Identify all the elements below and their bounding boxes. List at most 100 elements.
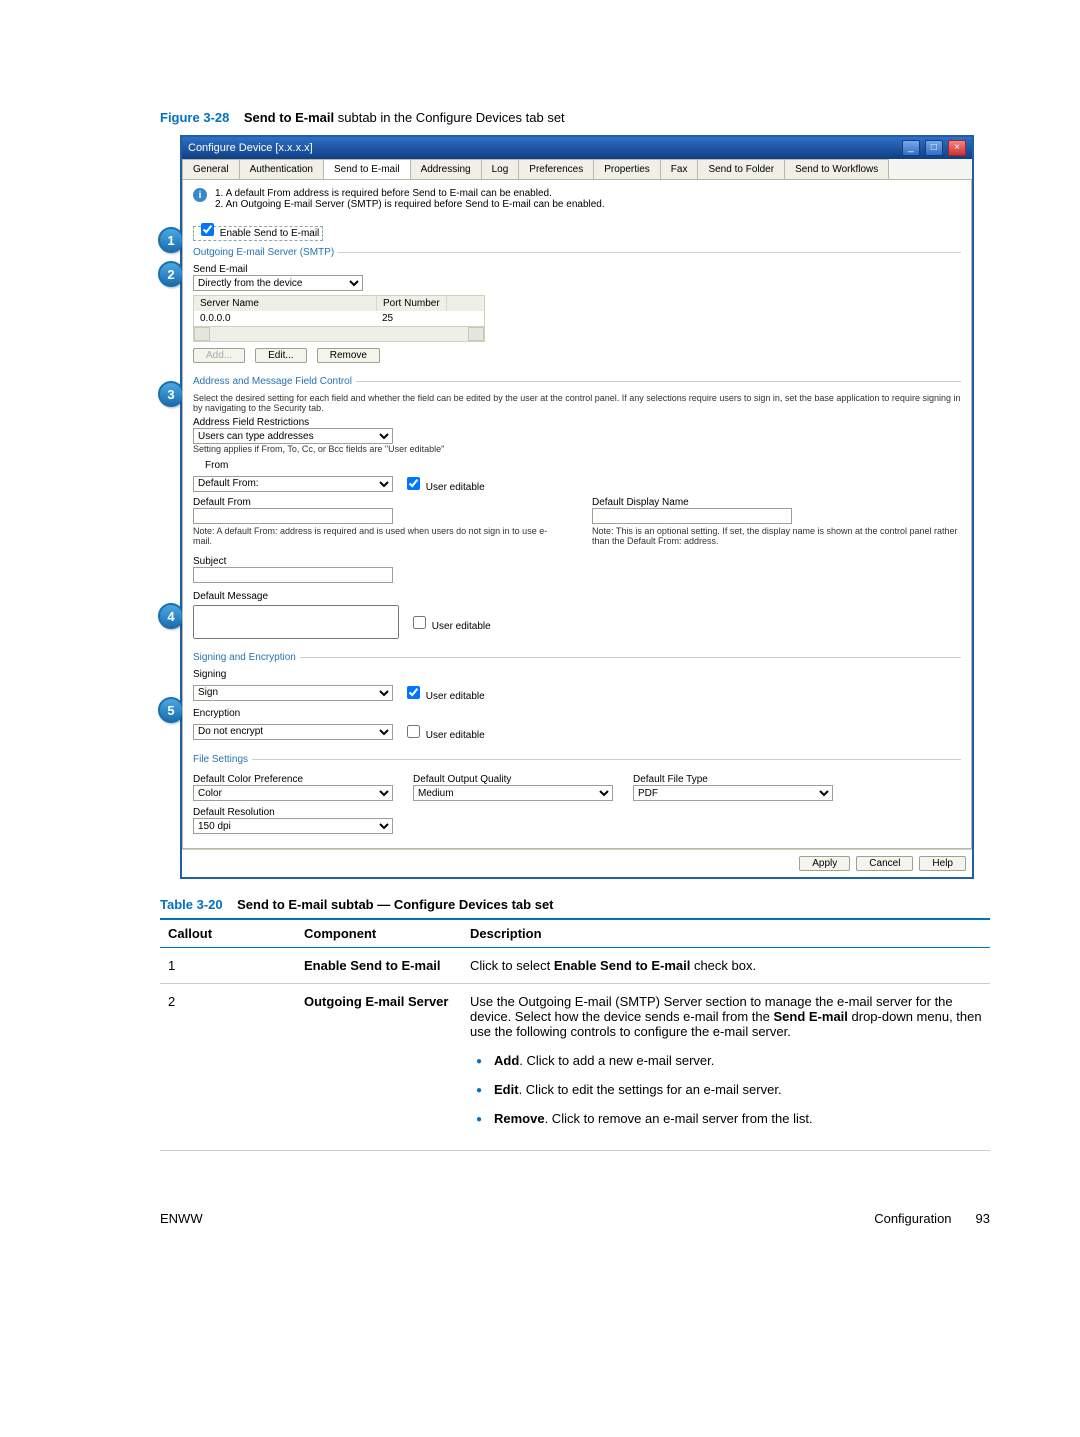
close-button[interactable]: ×	[948, 140, 966, 156]
figure-label: Figure 3-28	[160, 110, 229, 125]
scroll-left-icon[interactable]	[194, 327, 210, 341]
figure-title-rest: subtab in the Configure Devices tab set	[334, 110, 565, 125]
display-name-label: Default Display Name	[592, 497, 961, 508]
callout-badge-3: 3	[158, 381, 184, 407]
tab-addressing[interactable]: Addressing	[410, 159, 482, 179]
add-server-button[interactable]: Add...	[193, 348, 245, 363]
send-email-select[interactable]: Directly from the device	[193, 275, 363, 291]
callout-table: Callout Component Description 1 Enable S…	[160, 918, 990, 1151]
address-group: Address and Message Field Control Select…	[193, 376, 961, 644]
smtp-group: Outgoing E-mail Server (SMTP) Send E-mai…	[193, 247, 961, 368]
tab-send-to-workflows[interactable]: Send to Workflows	[784, 159, 889, 179]
titlebar: Configure Device [x.x.x.x] _ □ ×	[182, 137, 972, 159]
color-pref-select[interactable]: Color	[193, 785, 393, 801]
cancel-button[interactable]: Cancel	[856, 856, 913, 871]
remove-server-button[interactable]: Remove	[317, 348, 380, 363]
signing-group: Signing and Encryption Signing Sign User…	[193, 652, 961, 746]
tab-send-to-email[interactable]: Send to E-mail	[323, 159, 411, 179]
tab-properties[interactable]: Properties	[593, 159, 661, 179]
figure-caption: Figure 3-28 Send to E-mail subtab in the…	[160, 110, 990, 125]
page-footer: ENWW Configuration 93	[160, 1211, 990, 1226]
enable-send-to-email-checkbox[interactable]: Enable Send to E-mail	[193, 226, 323, 241]
signing-select[interactable]: Sign	[193, 685, 393, 701]
list-item: Add. Click to add a new e-mail server.	[470, 1053, 982, 1068]
tab-log[interactable]: Log	[481, 159, 520, 179]
minimize-button[interactable]: _	[902, 140, 920, 156]
info-icon: i	[193, 188, 207, 202]
from-label: From	[205, 460, 961, 471]
server-table: Server Name Port Number 0.0.0.0 25	[193, 295, 485, 327]
encryption-label: Encryption	[193, 708, 961, 719]
from-user-editable-checkbox[interactable]: User editable	[403, 474, 485, 493]
subject-input[interactable]	[193, 567, 393, 583]
dialog-footer: Apply Cancel Help	[182, 849, 972, 877]
server-name-cell: 0.0.0.0	[194, 311, 376, 326]
callout-badge-4: 4	[158, 603, 184, 629]
footer-section: Configuration	[874, 1211, 951, 1226]
default-from-note: Note: A default From: address is require…	[193, 526, 562, 546]
restrictions-label: Address Field Restrictions	[193, 417, 961, 428]
from-select[interactable]: Default From:	[193, 476, 393, 492]
info-box: i 1. A default From address is required …	[193, 188, 961, 210]
color-pref-label: Default Color Preference	[193, 774, 393, 785]
tab-fax[interactable]: Fax	[660, 159, 699, 179]
apply-button[interactable]: Apply	[799, 856, 850, 871]
help-button[interactable]: Help	[919, 856, 966, 871]
cell-callout: 1	[160, 948, 296, 984]
message-user-editable-checkbox[interactable]: User editable	[409, 613, 491, 632]
edit-server-button[interactable]: Edit...	[255, 348, 307, 363]
display-name-note: Note: This is an optional setting. If se…	[592, 526, 961, 546]
tab-authentication[interactable]: Authentication	[239, 159, 324, 179]
signing-user-editable-checkbox[interactable]: User editable	[403, 683, 485, 702]
server-port-cell: 25	[376, 311, 399, 326]
enable-send-to-email-input[interactable]	[201, 223, 214, 236]
address-legend: Address and Message Field Control	[193, 376, 356, 387]
server-row[interactable]: 0.0.0.0 25	[194, 311, 484, 326]
callout-badge-1: 1	[158, 227, 184, 253]
callout-badge-2: 2	[158, 261, 184, 287]
window-buttons: _ □ ×	[900, 140, 966, 156]
col-server-name: Server Name	[194, 296, 377, 311]
tab-content: i 1. A default From address is required …	[182, 180, 972, 849]
resolution-select[interactable]: 150 dpi	[193, 818, 393, 834]
th-callout: Callout	[160, 919, 296, 948]
list-item: Remove. Click to remove an e-mail server…	[470, 1111, 982, 1126]
col-port-number: Port Number	[377, 296, 447, 311]
maximize-button[interactable]: □	[925, 140, 943, 156]
server-table-scrollbar[interactable]	[193, 327, 485, 342]
file-settings-legend: File Settings	[193, 754, 252, 765]
tab-general[interactable]: General	[182, 159, 240, 179]
enable-send-to-email-label: Enable Send to E-mail	[220, 228, 320, 239]
restrictions-note: Setting applies if From, To, Cc, or Bcc …	[193, 444, 961, 454]
configure-device-window: Configure Device [x.x.x.x] _ □ × General…	[180, 135, 974, 879]
display-name-input[interactable]	[592, 508, 792, 524]
resolution-label: Default Resolution	[193, 807, 961, 818]
signing-label: Signing	[193, 669, 961, 680]
default-from-label: Default From	[193, 497, 562, 508]
tab-strip: General Authentication Send to E-mail Ad…	[182, 159, 972, 180]
footer-page-number: 93	[976, 1211, 990, 1226]
tab-preferences[interactable]: Preferences	[518, 159, 594, 179]
restrictions-select[interactable]: Users can type addresses	[193, 428, 393, 444]
scroll-right-icon[interactable]	[468, 327, 484, 341]
quality-select[interactable]: Medium	[413, 785, 613, 801]
cell-description: Use the Outgoing E-mail (SMTP) Server se…	[462, 984, 990, 1151]
th-component: Component	[296, 919, 462, 948]
encryption-select[interactable]: Do not encrypt	[193, 724, 393, 740]
file-type-select[interactable]: PDF	[633, 785, 833, 801]
tab-send-to-folder[interactable]: Send to Folder	[697, 159, 785, 179]
address-intro: Select the desired setting for each fiel…	[193, 393, 961, 413]
subject-label: Subject	[193, 556, 961, 567]
cell-component: Enable Send to E-mail	[304, 958, 441, 973]
table-caption: Table 3-20 Send to E-mail subtab — Confi…	[160, 897, 990, 912]
cell-callout: 2	[160, 984, 296, 1151]
table-row: 1 Enable Send to E-mail Click to select …	[160, 948, 990, 984]
default-from-input[interactable]	[193, 508, 393, 524]
default-message-input[interactable]	[193, 605, 399, 639]
callout-badge-5: 5	[158, 697, 184, 723]
table-row: 2 Outgoing E-mail Server Use the Outgoin…	[160, 984, 990, 1151]
cell-component: Outgoing E-mail Server	[304, 994, 448, 1009]
encryption-user-editable-checkbox[interactable]: User editable	[403, 722, 485, 741]
smtp-legend: Outgoing E-mail Server (SMTP)	[193, 247, 338, 258]
th-description: Description	[462, 919, 990, 948]
